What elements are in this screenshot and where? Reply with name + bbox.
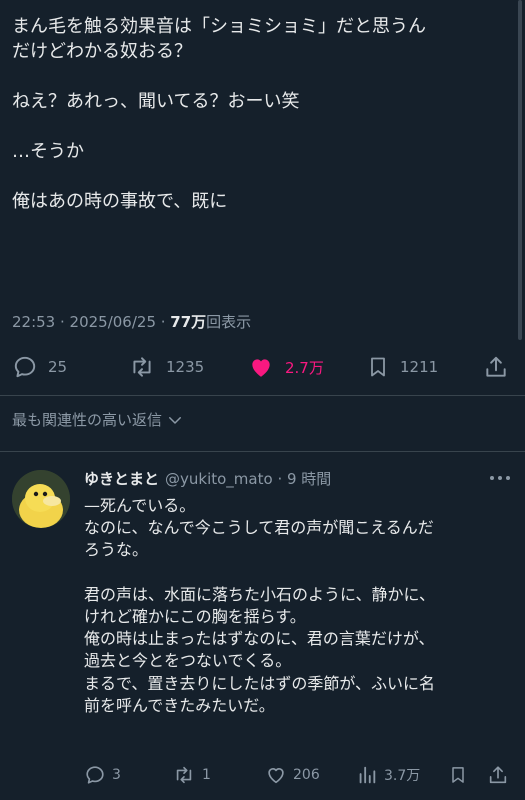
reply-bookmark-button[interactable] xyxy=(448,761,468,789)
reply-line: 君の声は、水面に落ちた小石のように、静かに、 xyxy=(84,584,436,604)
reply-line: —死んでいる。 xyxy=(84,496,196,515)
tweet-line: まん毛を触る効果音は「ショミショミ」だと思うん xyxy=(12,16,426,37)
reply-count: 25 xyxy=(48,358,68,376)
tweet-action-bar: 25 1235 2.7万 1211 xyxy=(0,350,525,384)
reply-text: —死んでいる。 なのに、なんで今こうして君の声が聞こえるんだ ろうな。 君の声は… xyxy=(84,495,514,717)
tweet-line: 俺はあの時の事故で、既に xyxy=(12,191,228,212)
reply-line: ろうな。 xyxy=(84,540,149,560)
reply-like-count: 206 xyxy=(293,767,320,783)
reply-button[interactable]: 25 xyxy=(12,350,67,384)
timestamp[interactable]: 22:53 · 2025/06/25 · xyxy=(12,313,170,331)
repost-button[interactable]: 1235 xyxy=(128,350,204,384)
reply-line: まるで、置き去りにしたはずの季節が、ふいに名 xyxy=(84,673,436,693)
reply-line: けれど確かにこの胸を揺らす。 xyxy=(84,607,306,627)
reply-header: ゆきとまと @yukito_mato · 9 時間 xyxy=(84,468,331,489)
analytics-icon xyxy=(359,766,376,784)
heart-outline-icon xyxy=(268,767,284,784)
reply-repost-count: 1 xyxy=(202,767,211,783)
scrollbar[interactable] xyxy=(518,0,522,340)
like-count: 2.7万 xyxy=(285,358,324,377)
reply-tweet[interactable]: ゆきとまと @yukito_mato · 9 時間 —死んでいる。 なのに、なん… xyxy=(0,458,525,800)
share-icon xyxy=(486,356,506,377)
divider xyxy=(0,395,525,396)
tweet-text: まん毛を触る効果音は「ショミショミ」だと思うん だけどわかる奴おる？ ねえ？あれ… xyxy=(12,14,512,214)
tweet-line xyxy=(12,164,512,189)
bookmark-icon xyxy=(452,767,464,783)
reply-line: 過去と今とをつないでくる。 xyxy=(84,651,292,671)
bookmark-count: 1211 xyxy=(400,358,439,376)
reply-sort-selector[interactable]: 最も関連性の高い返信 xyxy=(12,409,184,430)
reply-repost-button[interactable]: 1 xyxy=(172,761,211,789)
reply-line xyxy=(84,562,514,584)
heart-filled-icon xyxy=(252,359,270,377)
divider xyxy=(0,451,525,452)
tweet-line: …そうか xyxy=(12,141,84,162)
reply-analytics-button[interactable]: 3.7万 xyxy=(356,761,420,789)
reply-line: 前を呼んできたみたいだ。 xyxy=(84,695,275,715)
reply-view-count: 3.7万 xyxy=(384,768,421,784)
tweet-line: ねえ？あれっ、聞いてる？おーい笑 xyxy=(12,91,300,112)
reply-reply-button[interactable]: 3 xyxy=(84,761,121,789)
more-icon[interactable] xyxy=(489,472,511,484)
reply-reply-count: 3 xyxy=(112,767,121,783)
reply-line: なのに、なんで今こうして君の声が聞こえるんだ xyxy=(84,518,434,538)
reply-line: 俺の時は止まったはずなのに、君の言葉だけが、 xyxy=(84,629,435,649)
sort-label: 最も関連性の高い返信 xyxy=(12,411,163,429)
bookmark-icon xyxy=(371,357,385,377)
views-count: 77万 xyxy=(170,313,207,331)
reply-action-bar: 3 1 206 3.7万 xyxy=(0,761,525,789)
tweet-line xyxy=(12,114,512,139)
repost-count: 1235 xyxy=(166,358,205,376)
share-icon xyxy=(489,766,507,784)
reply-author-name[interactable]: ゆきとまと xyxy=(84,468,159,489)
like-button[interactable]: 2.7万 xyxy=(247,350,324,384)
reply-like-button[interactable]: 206 xyxy=(265,761,320,789)
repost-icon xyxy=(176,766,192,784)
tweet-meta: 22:53 · 2025/06/25 · 77万回表示 xyxy=(12,311,251,332)
chevron-down-icon xyxy=(169,416,182,424)
bookmark-button[interactable]: 1211 xyxy=(366,350,438,384)
avatar[interactable] xyxy=(12,470,70,528)
reply-icon xyxy=(14,356,36,378)
reply-icon xyxy=(86,766,104,784)
share-button[interactable] xyxy=(483,350,509,384)
reply-share-button[interactable] xyxy=(487,761,509,789)
avatar-image xyxy=(12,470,70,528)
tweet-line: だけどわかる奴おる？ xyxy=(12,41,192,62)
repost-icon xyxy=(133,357,151,377)
reply-author-handle[interactable]: @yukito_mato · 9 時間 xyxy=(165,468,331,489)
views-label: 回表示 xyxy=(206,313,252,331)
tweet-line xyxy=(12,64,512,89)
